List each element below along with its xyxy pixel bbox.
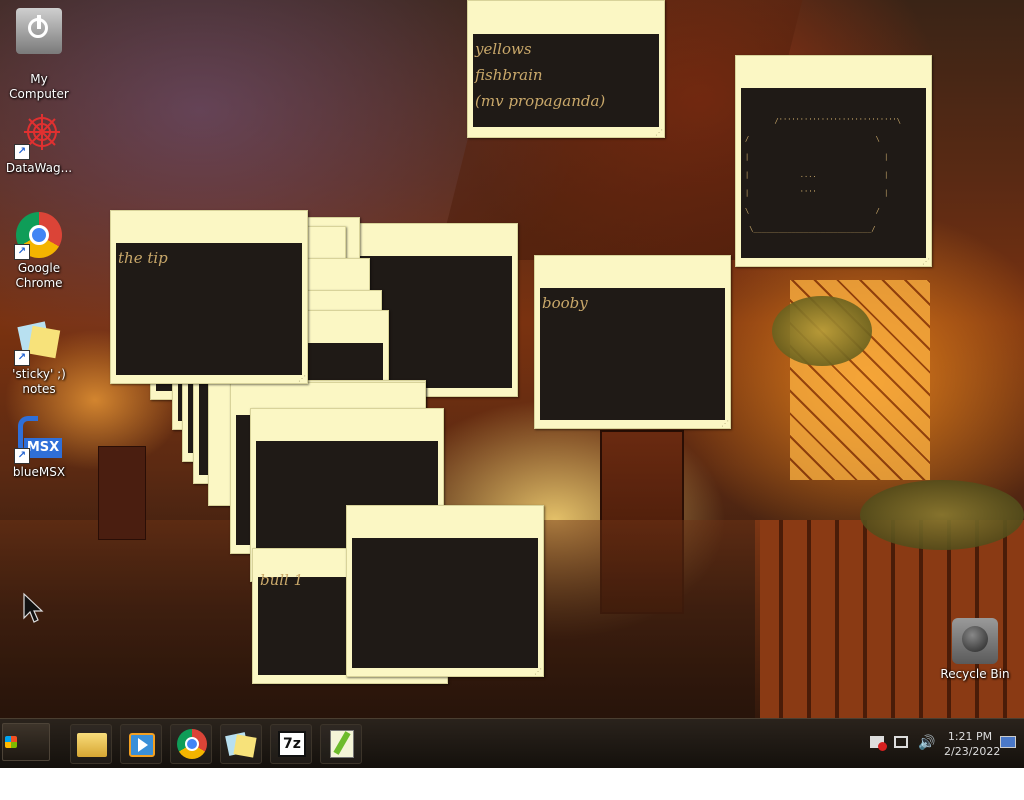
shortcut-arrow-icon: ↗ — [14, 448, 30, 464]
volume-icon[interactable]: 🔊 — [918, 735, 935, 751]
desktop-icon-label: My Computer — [9, 72, 69, 101]
windows-flag-icon — [5, 736, 17, 748]
network-icon[interactable] — [894, 736, 908, 748]
desktop-icon-label: Google Chrome — [15, 261, 63, 290]
taskbar: Start 7z 🔊 1:21 PM 2/23/2022 — [0, 718, 1024, 788]
desktop-icon-bluemsx[interactable]: MSX ↗ blueMSX — [1, 416, 77, 480]
resize-grip[interactable]: ⋰ — [922, 258, 930, 266]
taskbar-chrome[interactable] — [170, 724, 212, 764]
taskbar-sticky-notes[interactable] — [220, 724, 262, 764]
start-label: Start — [3, 774, 38, 788]
hanging-basket — [772, 296, 872, 366]
computer-power-icon — [16, 8, 62, 54]
ascii-art: /''''''''''''''''''''''''''''\ / \ | | |… — [745, 117, 901, 233]
7zip-icon: 7z — [278, 731, 306, 757]
folder-icon — [77, 733, 107, 757]
desktop-icon-google-chrome[interactable]: ↗ Google Chrome — [1, 212, 77, 291]
desktop-icon-label: Recycle Bin — [940, 667, 1010, 681]
desktop[interactable]: My Computer ↗ DataWag... ↗ Google Chrome — [0, 0, 1024, 718]
desktop-icon-datawag[interactable]: ↗ DataWag... — [1, 112, 77, 176]
resize-grip[interactable]: ⋰ — [655, 129, 663, 137]
taskbar-notepad-plus[interactable] — [320, 724, 362, 764]
taskbar-7zip[interactable]: 7z — [270, 724, 312, 764]
shortcut-arrow-icon: ↗ — [14, 144, 30, 160]
shortcut-arrow-icon: ↗ — [14, 350, 30, 366]
resize-grip[interactable]: ⋰ — [298, 375, 306, 383]
flower-bush — [860, 480, 1024, 550]
sticky-note-the-tip[interactable]: the tip ⋰ — [110, 210, 308, 384]
sticky-notes-icon: ↗ — [14, 318, 62, 366]
recycle-bin-icon — [952, 618, 998, 664]
clock[interactable]: 1:21 PM 2/23/2022 — [944, 729, 1001, 759]
sticky-note-yellows[interactable]: yellows fishbrain (mv propaganda) ⋰ — [467, 0, 665, 138]
clock-date: 2/23/2022 — [944, 745, 1001, 758]
note-text-area[interactable]: booby — [540, 288, 725, 420]
desktop-icon-recycle-bin[interactable]: Recycle Bin — [937, 618, 1013, 682]
resize-grip[interactable]: ⋰ — [721, 420, 729, 428]
desktop-icon-label: 'sticky' ;) notes — [12, 367, 66, 396]
shortcut-arrow-icon: ↗ — [14, 244, 30, 260]
desktop-icon-my-computer[interactable]: My Computer — [1, 8, 77, 102]
show-desktop-icon[interactable] — [1000, 736, 1016, 748]
note-line: fishbrain — [475, 66, 543, 84]
sticky-note-booby[interactable]: booby ⋰ — [534, 255, 731, 429]
desktop-icon-sticky-notes[interactable]: ↗ 'sticky' ;) notes — [1, 318, 77, 397]
desktop-icon-label: blueMSX — [12, 465, 66, 479]
sticky-note-ascii-art[interactable]: /''''''''''''''''''''''''''''\ / \ | | |… — [735, 55, 932, 267]
network-error-icon[interactable] — [870, 736, 887, 751]
bluemsx-icon: MSX ↗ — [14, 416, 62, 464]
note-text-area[interactable]: /''''''''''''''''''''''''''''\ / \ | | |… — [741, 88, 926, 258]
taskbar-media-player[interactable] — [120, 724, 162, 764]
note-text-area[interactable]: the tip — [116, 243, 302, 375]
chrome-icon: ↗ — [14, 212, 62, 260]
desktop-icon-label: DataWag... — [5, 161, 73, 175]
note-text-area[interactable]: yellows fishbrain (mv propaganda) — [473, 34, 659, 127]
sticky-note[interactable]: ⋰ — [346, 505, 544, 677]
note-line: (mv propaganda) — [475, 92, 606, 110]
resize-grip[interactable]: ⋰ — [534, 668, 542, 676]
mailbox — [98, 446, 146, 540]
start-button[interactable]: Start — [2, 723, 50, 788]
note-line: yellows — [475, 40, 532, 58]
clock-time: 1:21 PM — [947, 730, 993, 743]
mouse-cursor-icon — [23, 592, 44, 623]
red-starburst-icon: ↗ — [14, 112, 62, 160]
note-text-area[interactable] — [352, 538, 538, 668]
taskbar-file-explorer[interactable] — [70, 724, 112, 764]
